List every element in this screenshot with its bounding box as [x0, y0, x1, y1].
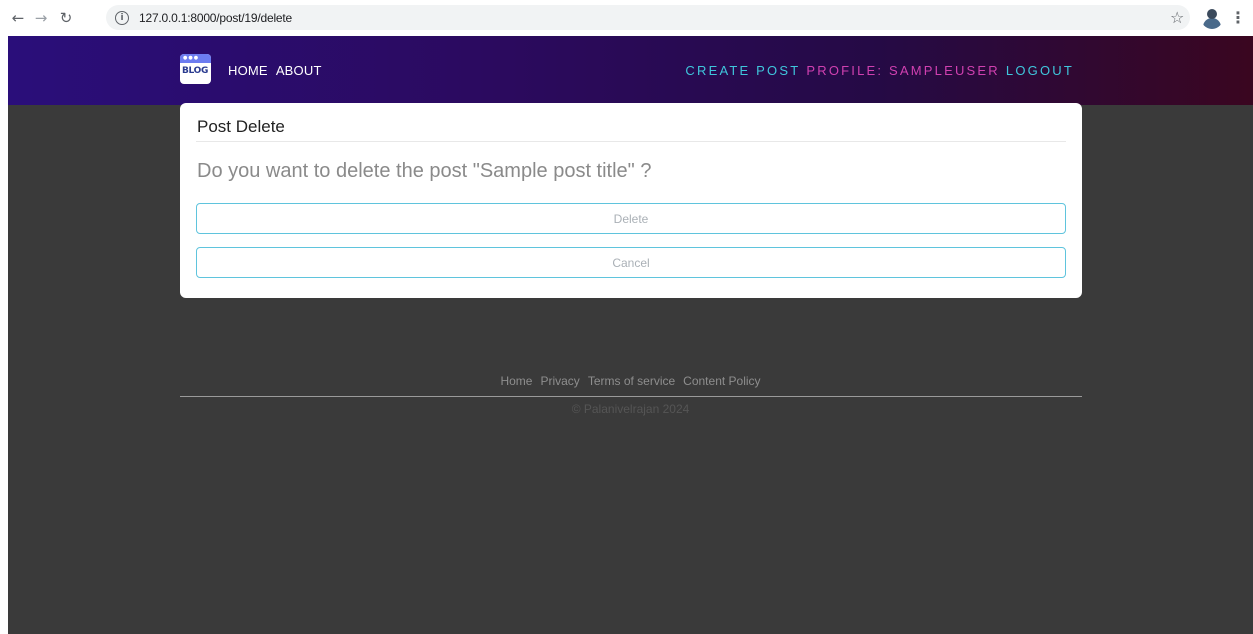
blog-logo[interactable]: ●●● BLOG — [180, 54, 211, 84]
bookmark-star-icon[interactable]: ☆ — [1170, 8, 1184, 27]
cancel-button[interactable]: Cancel — [196, 247, 1066, 278]
forward-arrow-icon[interactable]: → — [31, 8, 51, 28]
nav-right-links: CREATE POST PROFILE: SAMPLEUSER LOGOUT — [685, 63, 1074, 78]
delete-button[interactable]: Delete — [196, 203, 1066, 234]
footer-link-privacy[interactable]: Privacy — [540, 374, 579, 388]
footer-link-home[interactable]: Home — [500, 374, 532, 388]
reload-icon[interactable]: ↻ — [56, 8, 76, 28]
nav-left-links: HOME ABOUT — [228, 63, 322, 78]
footer-divider — [180, 396, 1082, 397]
card-title: Post Delete — [197, 117, 285, 136]
footer-link-content-policy[interactable]: Content Policy — [683, 374, 760, 388]
footer-link-terms[interactable]: Terms of service — [588, 374, 675, 388]
delete-confirmation-text: Do you want to delete the post "Sample p… — [197, 160, 652, 182]
site-navbar: ●●● BLOG HOME ABOUT CREATE POST PROFILE:… — [8, 36, 1253, 105]
url-text[interactable]: 127.0.0.1:8000/post/19/delete — [139, 11, 292, 25]
footer-links: Home Privacy Terms of service Content Po… — [8, 374, 1253, 388]
page-viewport: ●●● BLOG HOME ABOUT CREATE POST PROFILE:… — [8, 36, 1253, 634]
nav-link-profile[interactable]: PROFILE: SAMPLEUSER — [806, 63, 1000, 78]
nav-link-logout[interactable]: LOGOUT — [1006, 63, 1074, 78]
delete-post-card: Post Delete Do you want to delete the po… — [180, 103, 1082, 298]
site-info-icon[interactable]: i — [115, 10, 129, 25]
blog-logo-text: BLOG — [182, 66, 209, 76]
footer-copyright: © Palanivelrajan 2024 — [571, 402, 690, 416]
address-bar[interactable]: i 127.0.0.1:8000/post/19/delete — [106, 5, 1190, 30]
nav-link-create-post[interactable]: CREATE POST — [685, 63, 800, 78]
browser-toolbar: ← → ↻ i 127.0.0.1:8000/post/19/delete ☆ … — [0, 0, 1253, 36]
browser-menu-icon[interactable]: ⋮ — [1230, 8, 1246, 27]
nav-link-about[interactable]: ABOUT — [276, 63, 322, 78]
card-divider — [196, 141, 1066, 142]
back-arrow-icon[interactable]: ← — [8, 8, 28, 28]
profile-avatar-icon[interactable] — [1201, 7, 1223, 29]
nav-link-home[interactable]: HOME — [228, 63, 268, 78]
